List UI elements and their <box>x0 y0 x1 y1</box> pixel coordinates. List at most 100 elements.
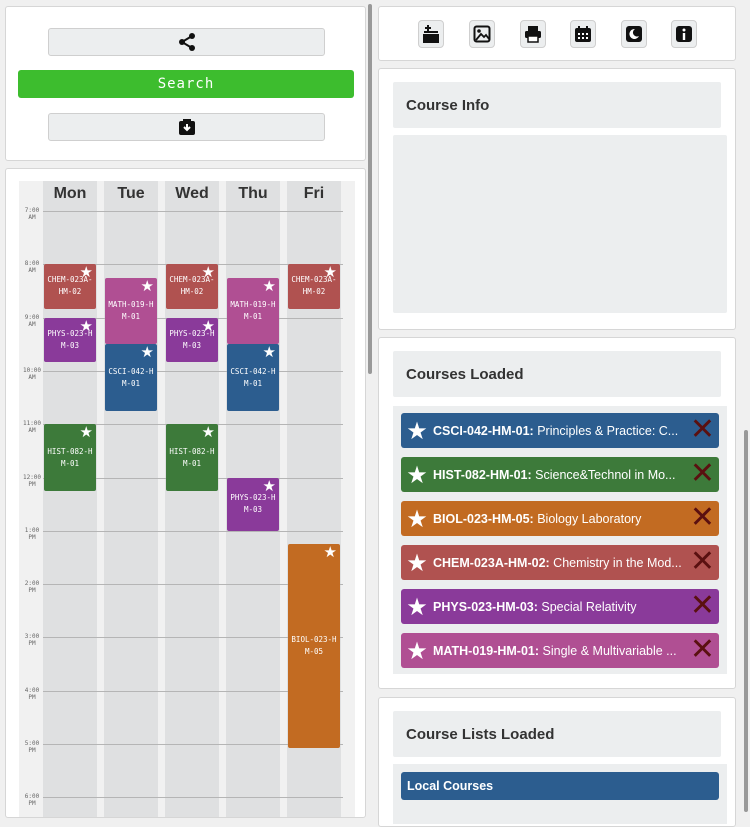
course-lists-panel: Course Lists Loaded Local Courses <box>378 697 736 827</box>
course-info-body <box>393 135 727 313</box>
calendar-event[interactable]: PHYS-023-HM-03 ★ <box>227 477 279 531</box>
hour-label-period: PM <box>28 693 36 701</box>
hour-label-period: PM <box>28 480 36 488</box>
star-icon[interactable]: ★ <box>80 425 93 440</box>
calendar-event[interactable]: PHYS-023-HM-03 ★ <box>44 317 96 362</box>
courses-loaded-panel: Courses Loaded ★ CSCI-042-HM-01: Principl… <box>378 337 736 689</box>
course-code: MATH-019-HM-01: <box>433 643 540 658</box>
share-button[interactable] <box>48 28 325 56</box>
hour-label-period: AM <box>28 320 36 328</box>
hour-label: 1:00 PM <box>21 527 43 541</box>
star-icon[interactable]: ★ <box>80 265 93 280</box>
day-header-fri: Fri <box>303 185 325 202</box>
hour-label-time: 10:00 <box>22 366 42 374</box>
star-icon[interactable]: ★ <box>141 345 154 360</box>
course-row-text: BIOL-023-HM-05: Biology Laboratory <box>433 512 685 526</box>
hour-label-time: 9:00 <box>24 313 40 321</box>
star-icon[interactable]: ★ <box>263 345 276 360</box>
course-name: Special Relativity <box>541 599 637 614</box>
print-icon <box>525 26 541 43</box>
star-icon[interactable]: ★ <box>401 551 433 575</box>
export-image-button[interactable] <box>469 20 495 48</box>
schedule-calendar: Mon Tue Wed Thu Fri 7:00 AM 8:00 AM 9:00 AM 10:00 AM… <box>5 168 366 818</box>
event-label: HIST-082-HM-01 <box>47 446 93 468</box>
remove-course-icon[interactable]: ✕ <box>690 415 715 445</box>
dark-mode-button[interactable] <box>621 20 647 48</box>
hour-gridline <box>43 797 343 799</box>
calendar-icon <box>575 26 591 42</box>
star-icon[interactable]: ★ <box>263 478 276 494</box>
hour-label-time: 7:00 <box>24 207 40 214</box>
star-icon[interactable]: ★ <box>324 545 337 560</box>
course-info-title: Course Info <box>393 82 721 128</box>
calendar-event[interactable]: CSCI-042-HM-01 ★ <box>227 344 279 411</box>
star-icon[interactable]: ★ <box>202 425 215 440</box>
remove-course-icon[interactable]: ✕ <box>690 459 715 489</box>
right-scrollbar[interactable] <box>744 430 748 812</box>
remove-course-icon[interactable]: ✕ <box>690 635 715 665</box>
add-section-button[interactable] <box>418 20 444 48</box>
hour-label-time: 8:00 <box>24 260 40 268</box>
course-info-panel: Course Info <box>378 68 736 330</box>
hour-label: 5:00 PM <box>21 740 43 754</box>
course-row[interactable]: ★ MATH-019-HM-01: Single & Multivariable … <box>401 633 719 668</box>
star-icon[interactable]: ★ <box>401 507 433 531</box>
courses-loaded-title: Courses Loaded <box>393 351 721 397</box>
remove-course-icon[interactable]: ✕ <box>690 591 715 621</box>
calendar-event[interactable]: MATH-019-HM-01 ★ <box>227 277 279 345</box>
hour-label-period: AM <box>28 267 36 275</box>
hour-label-time: 12:00 <box>22 473 42 481</box>
course-row[interactable]: ★ CHEM-023A-HM-02: Chemistry in the Mod..… <box>401 545 719 580</box>
star-icon[interactable]: ★ <box>141 278 154 294</box>
hour-label-period: PM <box>28 533 36 541</box>
search-button[interactable]: Search <box>18 70 354 98</box>
hour-label-time: 11:00 <box>22 420 42 428</box>
info-icon <box>676 26 692 42</box>
hour-label-period: AM <box>28 214 36 221</box>
star-icon[interactable]: ★ <box>401 463 433 487</box>
download-button[interactable] <box>48 113 325 141</box>
remove-course-icon[interactable]: ✕ <box>690 503 715 533</box>
hour-label-time: 1:00 <box>24 526 40 534</box>
dark-mode-icon <box>626 26 642 42</box>
calendar-event[interactable]: HIST-082-HM-01 ★ <box>44 424 96 491</box>
calendar-export-button[interactable] <box>570 20 596 48</box>
course-row[interactable]: ★ BIOL-023-HM-05: Biology Laboratory ✕ <box>401 501 719 536</box>
course-row-text: CHEM-023A-HM-02: Chemistry in the Mod... <box>433 556 685 570</box>
calendar-event[interactable]: PHYS-023-HM-03 ★ <box>166 317 218 362</box>
course-code: PHYS-023-HM-03: <box>433 599 538 614</box>
calendar-event[interactable]: HIST-082-HM-01 ★ <box>166 424 218 491</box>
course-row-text: PHYS-023-HM-03: Special Relativity <box>433 600 685 614</box>
star-icon[interactable]: ★ <box>324 265 337 280</box>
calendar-event[interactable]: CHEM-023A-HM-02 ★ <box>166 264 218 309</box>
hour-label-time: 6:00 <box>24 793 40 801</box>
course-row[interactable]: ★ PHYS-023-HM-03: Special Relativity ✕ <box>401 589 719 624</box>
course-list-item-local[interactable]: Local Courses <box>401 772 719 800</box>
controls-panel: Search <box>5 6 366 161</box>
calendar-event[interactable]: CSCI-042-HM-01 ★ <box>105 344 157 411</box>
star-icon[interactable]: ★ <box>401 419 433 443</box>
remove-course-icon[interactable]: ✕ <box>690 547 715 577</box>
hour-label-period: AM <box>28 427 36 435</box>
hour-gridline <box>43 370 343 372</box>
event-label: HIST-082-HM-01 <box>169 446 215 468</box>
star-icon[interactable]: ★ <box>401 595 433 619</box>
course-row[interactable]: ★ CSCI-042-HM-01: Principles & Practice: … <box>401 413 719 448</box>
calendar-event[interactable]: MATH-019-HM-01 ★ <box>105 277 157 345</box>
star-icon[interactable]: ★ <box>263 278 276 294</box>
event-label: MATH-019-HM-01 <box>230 299 276 321</box>
left-scrollbar[interactable] <box>368 4 372 374</box>
course-row-text: CSCI-042-HM-01: Principles & Practice: C… <box>433 424 685 438</box>
star-icon[interactable]: ★ <box>401 639 433 663</box>
calendar-event[interactable]: CHEM-023A-HM-02 ★ <box>288 264 340 309</box>
star-icon[interactable]: ★ <box>202 265 215 280</box>
add-section-icon <box>423 25 439 43</box>
star-icon[interactable]: ★ <box>202 318 215 334</box>
print-button[interactable] <box>520 20 546 48</box>
course-row[interactable]: ★ HIST-082-HM-01: Science&Technol in Mo..… <box>401 457 719 492</box>
hour-label: 4:00 PM <box>21 687 43 701</box>
info-button[interactable] <box>671 20 697 48</box>
calendar-event[interactable]: CHEM-023A-HM-02 ★ <box>44 264 96 309</box>
calendar-event[interactable]: BIOL-023-HM-05 ★ <box>288 544 340 749</box>
star-icon[interactable]: ★ <box>80 318 93 334</box>
